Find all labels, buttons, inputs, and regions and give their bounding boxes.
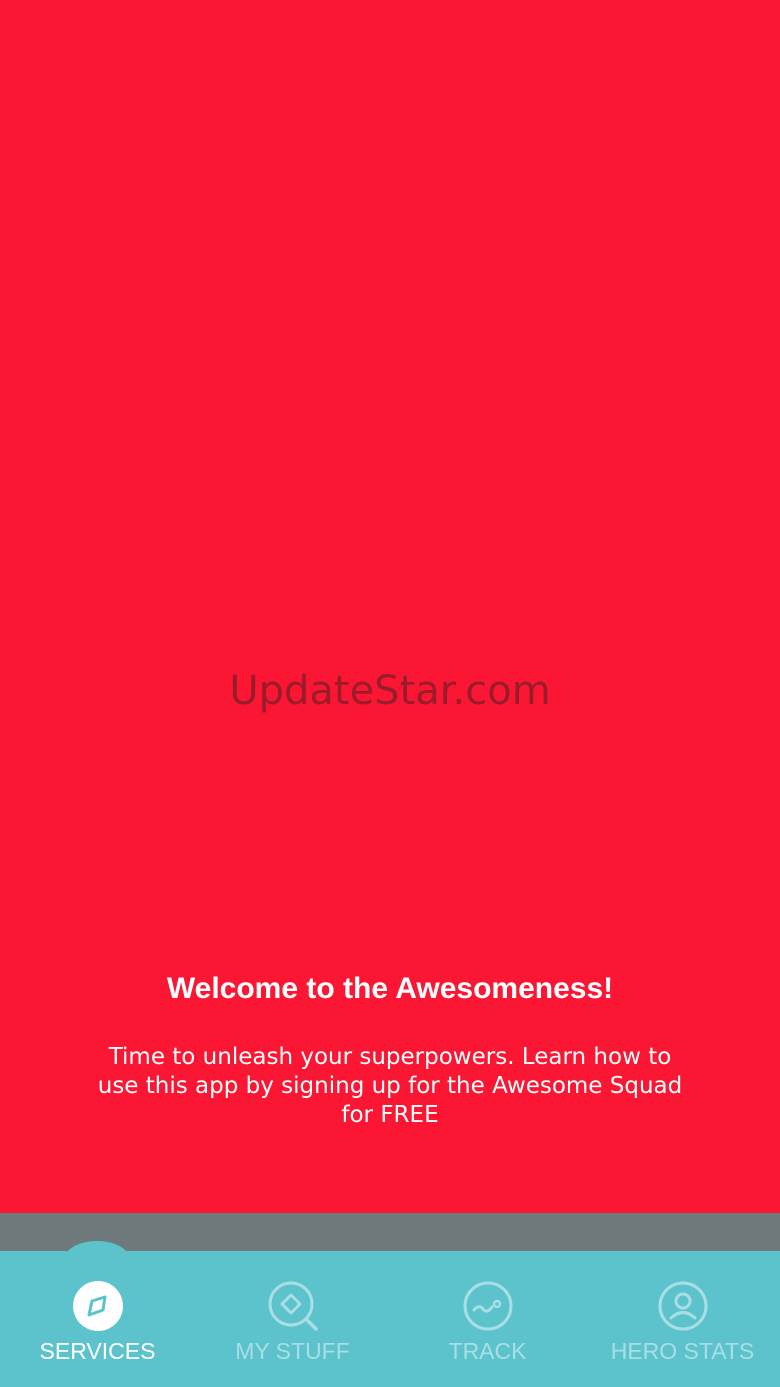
tab-services[interactable]: SERVICES — [0, 1251, 195, 1387]
profile-icon — [658, 1281, 708, 1331]
tab-hero-stats-label: HERO STATS — [610, 1338, 755, 1364]
tab-my-stuff-label: MY STUFF — [235, 1338, 350, 1364]
compass-icon — [73, 1281, 123, 1331]
tab-track[interactable]: TRACK — [390, 1251, 585, 1387]
welcome-body: Time to unleash your superpowers. Learn … — [97, 1044, 683, 1128]
search-icon — [268, 1281, 318, 1331]
tab-hero-stats[interactable]: HERO STATS — [585, 1251, 780, 1387]
watermark: UpdateStar.com — [229, 668, 551, 714]
track-icon — [463, 1281, 513, 1331]
tab-track-label: TRACK — [448, 1338, 527, 1364]
welcome-title: Welcome to the Awesomeness! — [166, 972, 614, 1005]
tab-services-label: SERVICES — [39, 1338, 156, 1364]
tab-my-stuff[interactable]: MY STUFF — [195, 1251, 390, 1387]
app-screen: UpdateStar.com Welcome to the Awesomenes… — [0, 0, 780, 1387]
